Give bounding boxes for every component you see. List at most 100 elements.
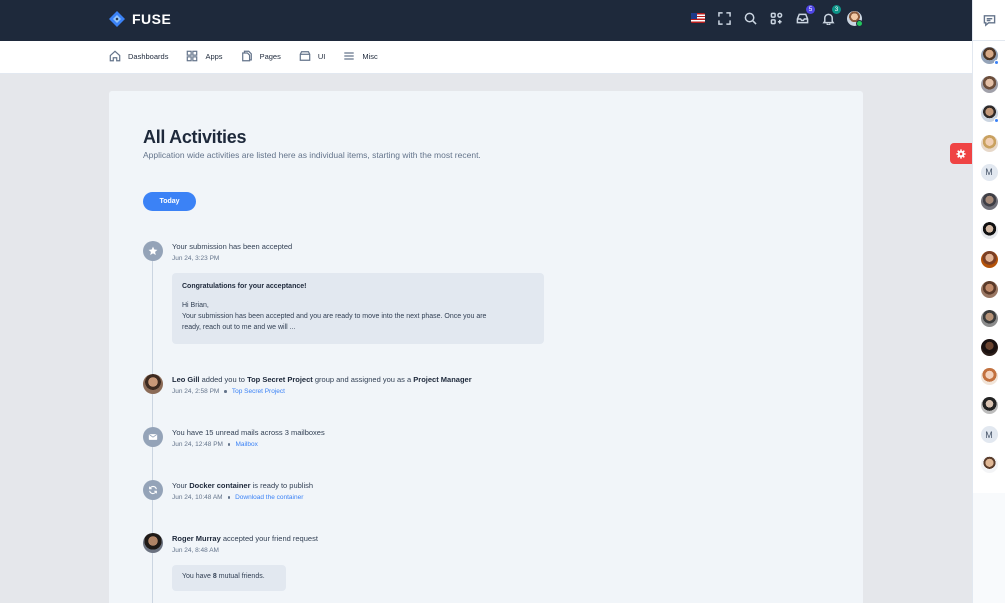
page-title: All Activities <box>143 127 247 147</box>
contact-avatar[interactable] <box>980 76 998 94</box>
notifications-badge: 3 <box>832 5 841 14</box>
nav-label: Apps <box>205 51 223 61</box>
activity-time: Jun 24, 12:48 PM Mailbox <box>172 441 258 448</box>
messages-icon[interactable]: 5 <box>794 5 815 26</box>
nav-label: Pages <box>259 51 281 61</box>
activity-message[interactable]: Congratulations for your acceptance! Hi … <box>172 273 544 344</box>
separator-dot <box>227 496 231 499</box>
messages-badge: 5 <box>806 5 815 14</box>
contacts-panel-footer <box>973 493 1005 603</box>
nav-item-misc[interactable]: Misc <box>343 50 378 62</box>
activity-group: Top Secret Project <box>247 375 313 384</box>
activity-text-part: Your <box>172 481 190 490</box>
activity-text: Roger Murray accepted your friend reques… <box>172 534 318 543</box>
top-bar: FUSE 5 3 <box>0 0 972 41</box>
nav-label: UI <box>317 51 326 61</box>
logo[interactable]: FUSE <box>108 10 171 28</box>
contact-avatar[interactable] <box>980 309 998 327</box>
navigation-bar: Dashboards Apps Pages UI Misc <box>0 41 972 74</box>
activity-highlight: Docker container <box>189 481 251 490</box>
contact-avatar[interactable] <box>980 105 999 124</box>
activity-timestamp: Jun 24, 12:48 PM <box>172 441 223 448</box>
notifications-icon[interactable]: 3 <box>820 5 841 26</box>
leo-gill-avatar[interactable] <box>143 374 163 394</box>
nav-item-apps[interactable]: Apps <box>186 50 223 62</box>
contact-avatar[interactable] <box>980 455 998 473</box>
activity-time: Jun 24, 10:48 AM Download the container <box>172 494 303 501</box>
shortcuts-icon[interactable] <box>768 10 784 26</box>
contact-avatar[interactable] <box>980 280 998 298</box>
contact-avatar[interactable] <box>980 368 998 386</box>
nav-label: Dashboards <box>128 51 169 61</box>
contact-avatar[interactable] <box>980 251 998 269</box>
star-icon <box>143 241 163 261</box>
message-greeting: Hi Brian, <box>182 302 209 309</box>
user-avatar[interactable] <box>846 10 863 27</box>
refresh-icon <box>143 480 163 500</box>
app-name: FUSE <box>132 11 172 27</box>
mutual-friends-note: You have 8 mutual friends. <box>172 565 286 591</box>
pages-icon <box>241 50 252 62</box>
activity-text-part: accepted your friend request <box>220 534 318 543</box>
contact-initial-avatar[interactable]: M <box>980 163 998 181</box>
page-subtitle: Application wide activities are listed h… <box>143 150 481 160</box>
activity-text-part: is ready to publish <box>250 481 314 490</box>
menu-icon <box>344 52 355 60</box>
activity-text: Your Docker container is ready to publis… <box>172 481 313 490</box>
home-icon <box>109 50 121 62</box>
contact-avatar[interactable] <box>980 47 999 65</box>
activity-actor[interactable]: Roger Murray <box>172 534 221 543</box>
separator-dot <box>227 443 231 446</box>
activity-timestamp: Jun 24, 2:58 PM <box>172 388 220 395</box>
fullscreen-icon[interactable] <box>716 10 732 26</box>
online-status-dot <box>993 118 999 124</box>
activities-card: All Activities Application wide activiti… <box>109 91 863 603</box>
separator-dot <box>224 390 227 393</box>
roger-murray-avatar[interactable] <box>143 533 163 553</box>
activity-time: Jun 24, 3:23 PM <box>172 255 219 262</box>
grid-icon <box>187 50 198 62</box>
message-line: ready, reach out to me and we will ... <box>182 324 296 331</box>
activity-timestamp: Jun 24, 3:23 PM <box>172 255 220 262</box>
activity-link[interactable]: Download the container <box>235 494 303 501</box>
online-status-dot <box>993 60 999 65</box>
activity-text: Your submission has been accepted <box>172 242 293 251</box>
contact-avatar[interactable] <box>980 338 998 356</box>
nav-label: Misc <box>362 51 378 61</box>
activity-link[interactable]: Mailbox <box>235 441 257 448</box>
contact-avatar[interactable] <box>980 192 998 210</box>
activity-time: Jun 24, 8:48 AM <box>172 547 219 554</box>
note-text: You have <box>182 573 213 580</box>
message-line: Your submission has been accepted and yo… <box>182 313 487 320</box>
activity-text: You have 15 unread mails across 3 mailbo… <box>172 428 325 437</box>
contact-avatar[interactable] <box>980 134 998 152</box>
search-icon[interactable] <box>742 10 758 26</box>
activity-timestamp: Jun 24, 8:48 AM <box>172 547 219 554</box>
activity-actor[interactable]: Leo Gill <box>172 375 200 384</box>
contact-avatar[interactable] <box>980 222 998 240</box>
contact-initial-avatar[interactable]: M <box>980 426 998 444</box>
language-flag-icon[interactable] <box>690 10 706 26</box>
message-title: Congratulations for your acceptance! <box>182 283 307 290</box>
activity-text: Leo Gill added you to Top Secret Project… <box>172 375 472 384</box>
note-text: mutual friends. <box>216 573 265 580</box>
quick-chat-toggle[interactable] <box>973 0 1005 41</box>
mail-icon <box>143 427 163 447</box>
settings-button[interactable] <box>950 143 972 164</box>
nav-item-dashboards[interactable]: Dashboards <box>109 50 168 62</box>
activity-timestamp: Jun 24, 10:48 AM <box>172 494 223 501</box>
package-icon <box>299 51 311 61</box>
activity-time: Jun 24, 2:58 PM Top Secret Project <box>172 388 285 395</box>
nav-item-ui[interactable]: UI <box>299 50 326 62</box>
gear-icon <box>956 148 966 159</box>
fuse-logo-icon <box>109 11 125 27</box>
activity-link[interactable]: Top Secret Project <box>232 388 285 395</box>
activity-text-part: group and assigned you as a <box>312 375 414 384</box>
chat-icon <box>983 14 995 27</box>
today-filter-button[interactable]: Today <box>143 192 196 211</box>
activity-text-part: added you to <box>199 375 248 384</box>
contacts-panel: M M <box>972 0 1005 603</box>
activity-role: Project Manager <box>413 375 472 384</box>
contact-avatar[interactable] <box>980 397 998 415</box>
nav-item-pages[interactable]: Pages <box>241 50 281 62</box>
